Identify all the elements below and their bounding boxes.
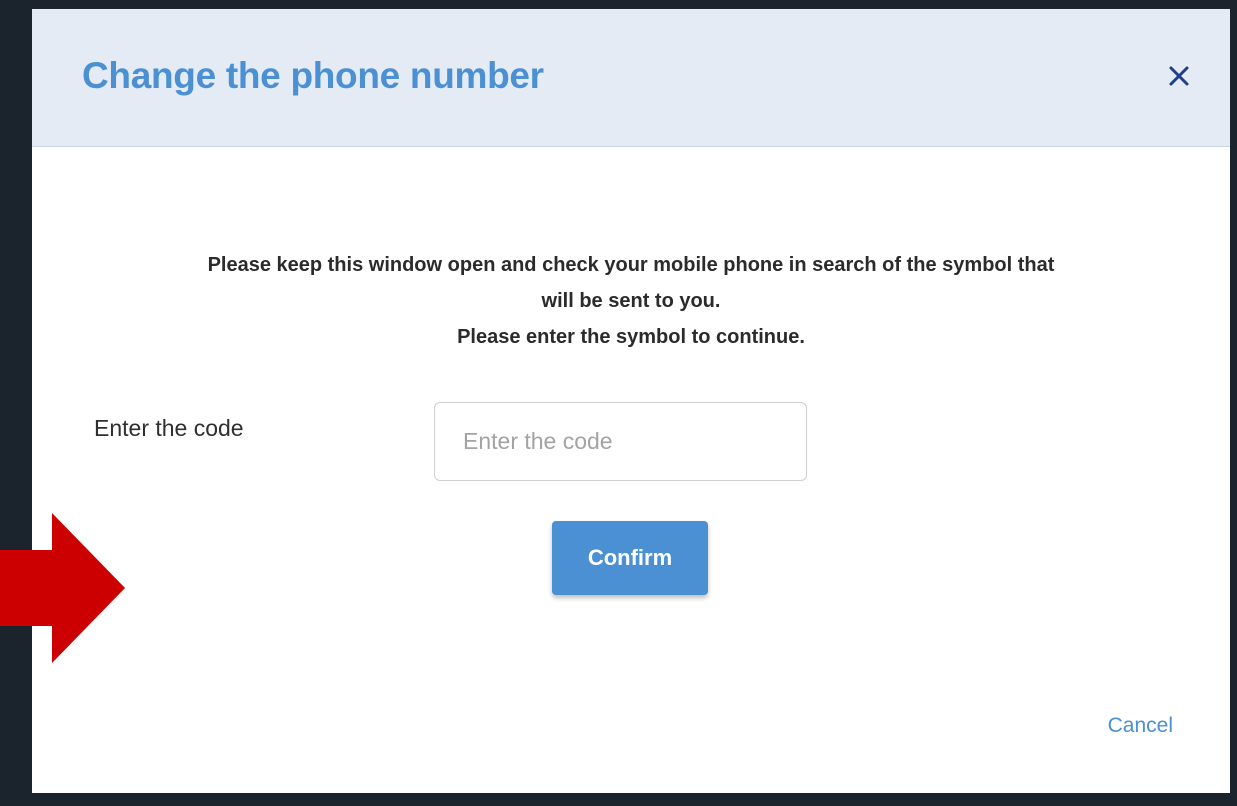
- instruction-line: Please keep this window open and check y…: [207, 254, 1055, 276]
- code-field-label: Enter the code: [94, 415, 244, 441]
- instructions-text: Please keep this window open and check y…: [32, 247, 1230, 355]
- instruction-line: Please enter the symbol to continue.: [457, 326, 805, 348]
- dialog-header: Change the phone number: [32, 9, 1230, 147]
- cancel-link[interactable]: Cancel: [1108, 714, 1173, 738]
- confirm-button[interactable]: Confirm: [552, 521, 708, 595]
- close-icon[interactable]: [1168, 65, 1190, 87]
- dialog-title: Change the phone number: [82, 55, 544, 96]
- code-input[interactable]: [434, 402, 807, 481]
- red-arrow-icon: [0, 513, 125, 663]
- modal-backdrop: Change the phone number Please keep this…: [0, 0, 1237, 806]
- change-phone-dialog: Change the phone number Please keep this…: [32, 9, 1230, 793]
- instruction-line: will be sent to you.: [541, 290, 721, 312]
